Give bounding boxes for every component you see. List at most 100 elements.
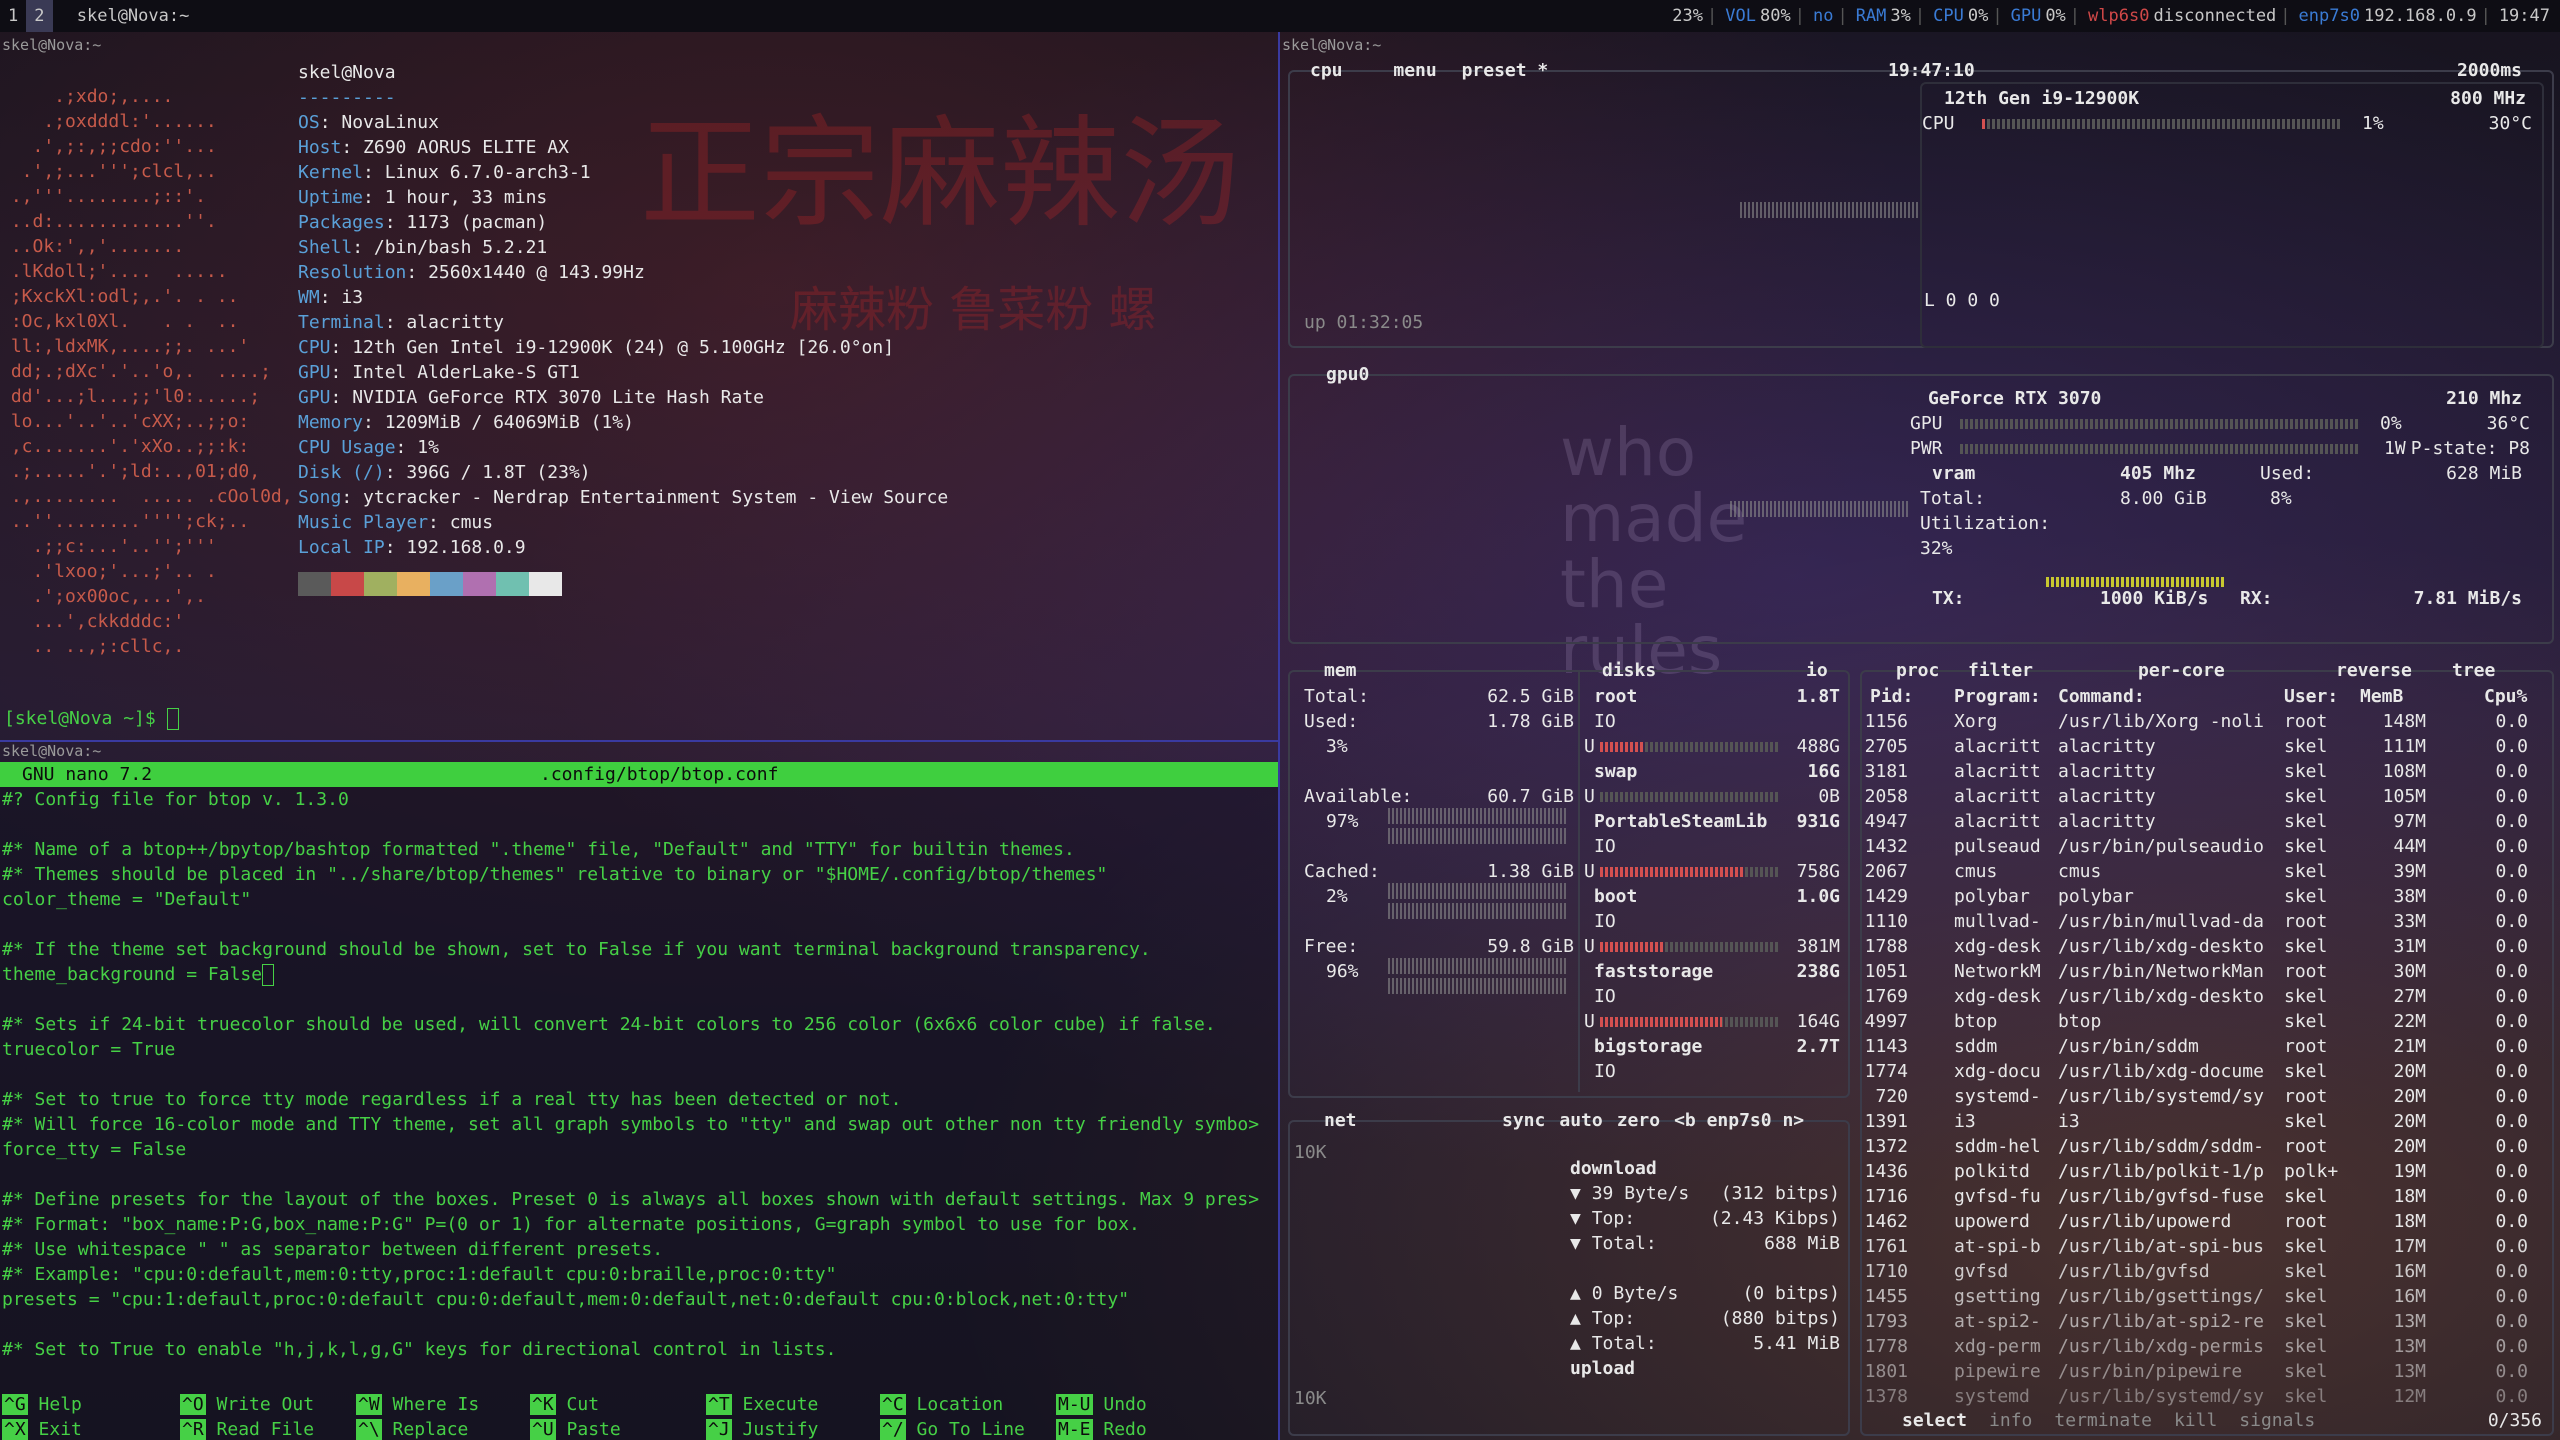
proc-control-3[interactable]: tree bbox=[2452, 658, 2495, 683]
process-row[interactable]: 1378 systemd/usr/lib/systemd/sy skel 12M 0.0 bbox=[1862, 1384, 2552, 1409]
shortcut-go-to-line[interactable]: ^/ Go To Line bbox=[880, 1417, 1025, 1440]
proc-col-header[interactable]: Program: bbox=[1954, 684, 2041, 709]
nano-line[interactable]: theme_background = False bbox=[2, 962, 1278, 987]
process-row[interactable]: 1143 sddm/usr/bin/sddm root 21M 0.0 bbox=[1862, 1034, 2552, 1059]
process-cell: polybar bbox=[2058, 886, 2134, 907]
nano-line[interactable]: #* Set to True to enable "h,j,k,l,g,G" k… bbox=[2, 1337, 1278, 1362]
process-row[interactable]: 2067 cmus cmus skel 39M 0.0 bbox=[1862, 859, 2552, 884]
process-row[interactable]: 1769 xdg-desk/usr/lib/xdg-deskto skel 27M 0.… bbox=[1862, 984, 2552, 1009]
process-row[interactable]: 3181 alacritt alacritty skel 108M 0.0 bbox=[1862, 759, 2552, 784]
proc-action-kill[interactable]: kill bbox=[2174, 1410, 2217, 1431]
shortcut-replace[interactable]: ^\ Replace bbox=[356, 1417, 468, 1440]
shortcut-paste[interactable]: ^U Paste bbox=[530, 1417, 621, 1440]
cpu-tab[interactable]: cpu bbox=[1310, 60, 1343, 81]
shortcut-write-out[interactable]: ^O Write Out bbox=[180, 1392, 314, 1417]
process-row[interactable]: 2705 alacritt alacritty skel 111M 0.0 bbox=[1862, 734, 2552, 759]
nano-line[interactable]: #* Themes should be placed in "../share/… bbox=[2, 862, 1278, 887]
shortcut-exit[interactable]: ^X Exit bbox=[2, 1417, 82, 1440]
nano-line[interactable]: #* If the theme set background should be… bbox=[2, 937, 1278, 962]
process-row[interactable]: 1455 gsetting/usr/lib/gsettings/skel 16M 0.… bbox=[1862, 1284, 2552, 1309]
net-control-2[interactable]: zero bbox=[1617, 1110, 1660, 1131]
disk-used: 164G bbox=[1796, 1011, 1840, 1032]
proc-control-2[interactable]: reverse bbox=[2336, 658, 2412, 683]
process-cell: 33M bbox=[2393, 911, 2426, 932]
shortcut-location[interactable]: ^C Location bbox=[880, 1392, 1003, 1417]
proc-col-header[interactable]: Pid: bbox=[1870, 684, 1913, 709]
process-row[interactable]: 1436 polkitd/usr/lib/polkit-1/p polk+ 19M 0.… bbox=[1862, 1159, 2552, 1184]
process-row[interactable]: 1156 Xorg/usr/lib/Xorg -noli root 148M 0.0 bbox=[1862, 709, 2552, 734]
nano-line[interactable]: #* Define presets for the layout of the … bbox=[2, 1187, 1278, 1212]
process-row[interactable]: 1429 polybar polybar skel 38M 0.0 bbox=[1862, 884, 2552, 909]
process-row[interactable]: 1761 at-spi-b/usr/lib/at-spi-bus skel 17M 0.… bbox=[1862, 1234, 2552, 1259]
net-control-1[interactable]: auto bbox=[1559, 1110, 1602, 1131]
nano-line[interactable]: #* Name of a btop++/bpytop/bashtop forma… bbox=[2, 837, 1278, 862]
shortcut-execute[interactable]: ^T Execute bbox=[706, 1392, 818, 1417]
shortcut-help[interactable]: ^G Help bbox=[2, 1392, 82, 1417]
proc-action-select[interactable]: select bbox=[1902, 1410, 1967, 1431]
shortcut-justify[interactable]: ^J Justify bbox=[706, 1417, 818, 1440]
nano-line[interactable]: truecolor = True bbox=[2, 1037, 1278, 1062]
shortcut-undo[interactable]: M-U Undo bbox=[1056, 1392, 1147, 1417]
utilization-label: Utilization: bbox=[1920, 513, 2051, 534]
process-row[interactable]: 1774 xdg-docu/usr/lib/xdg-docume skel 20M 0.… bbox=[1862, 1059, 2552, 1084]
process-row[interactable]: 2058 alacritt alacritty skel 105M 0.0 bbox=[1862, 784, 2552, 809]
nano-line[interactable]: force_tty = False bbox=[2, 1137, 1278, 1162]
proc-control-1[interactable]: per-core bbox=[2138, 658, 2225, 683]
update-interval[interactable]: 2000ms bbox=[2457, 58, 2522, 83]
proc-action-terminate[interactable]: terminate bbox=[2054, 1410, 2152, 1431]
menu-tab[interactable]: menu bbox=[1393, 60, 1436, 81]
nano-line[interactable] bbox=[2, 1312, 1278, 1337]
nano-line[interactable]: #* Set to true to force tty mode regardl… bbox=[2, 1087, 1278, 1112]
proc-action-info[interactable]: info bbox=[1989, 1410, 2032, 1431]
btop-proc-box: proc filterper-corereversetree< memory >… bbox=[1860, 660, 2554, 1436]
nano-line[interactable]: #* Use whitespace " " as separator betwe… bbox=[2, 1237, 1278, 1262]
process-row[interactable]: 1432 pulseaud/usr/bin/pulseaudio skel 44M 0.… bbox=[1862, 834, 2552, 859]
proc-action-signals[interactable]: signals bbox=[2239, 1410, 2315, 1431]
net-control-3[interactable]: <b enp7s0 n> bbox=[1674, 1110, 1804, 1131]
nano-line[interactable]: #* Sets if 24-bit truecolor should be us… bbox=[2, 1012, 1278, 1037]
net-control-0[interactable]: sync bbox=[1502, 1110, 1545, 1131]
nano-line[interactable]: #* Example: "cpu:0:default,mem:0:tty,pro… bbox=[2, 1262, 1278, 1287]
process-row[interactable]: 1710 gvfsd/usr/lib/gvfsd skel 16M 0.0 bbox=[1862, 1259, 2552, 1284]
shortcut-cut[interactable]: ^K Cut bbox=[530, 1392, 599, 1417]
nano-line[interactable]: presets = "cpu:1:default,proc:0:default … bbox=[2, 1287, 1278, 1312]
workspace-2[interactable]: 2 bbox=[26, 0, 53, 32]
shortcut-redo[interactable]: M-E Redo bbox=[1056, 1417, 1147, 1440]
nano-line[interactable] bbox=[2, 812, 1278, 837]
shell-prompt[interactable]: [skel@Nova ~]$ bbox=[4, 706, 179, 731]
process-row[interactable]: 1462 upowerd/usr/lib/upowerd root 18M 0.0 bbox=[1862, 1209, 2552, 1234]
process-row[interactable]: 1716 gvfsd-fu/usr/lib/gvfsd-fuse skel 18M 0.… bbox=[1862, 1184, 2552, 1209]
process-row[interactable]: 1801 pipewire/usr/bin/pipewire skel 13M 0.0 bbox=[1862, 1359, 2552, 1384]
process-row[interactable]: 4947 alacritt alacritty skel 97M 0.0 bbox=[1862, 809, 2552, 834]
process-row[interactable]: 720 systemd- /usr/lib/systemd/sy root 20M 0.0 bbox=[1862, 1084, 2552, 1109]
process-row[interactable]: 1372 sddm-hel/usr/lib/sddm/sddm-root 20M 0.… bbox=[1862, 1134, 2552, 1159]
process-row[interactable]: 4997 btop btop skel 22M 0.0 bbox=[1862, 1009, 2552, 1034]
process-cell: skel bbox=[2284, 1061, 2328, 1082]
shortcut-where-is[interactable]: ^W Where Is bbox=[356, 1392, 479, 1417]
process-row[interactable]: 1793 at-spi2- /usr/lib/at-spi2-re skel 13M 0.… bbox=[1862, 1309, 2552, 1334]
nano-line[interactable] bbox=[2, 912, 1278, 937]
process-row[interactable]: 1778 xdg-perm/usr/lib/xdg-permis skel 13M 0.… bbox=[1862, 1334, 2552, 1359]
nano-line[interactable] bbox=[2, 1062, 1278, 1087]
proc-col-header[interactable]: Command: bbox=[2058, 684, 2145, 709]
workspace-1[interactable]: 1 bbox=[0, 0, 26, 32]
disks-io-toggle[interactable]: io bbox=[1806, 658, 1828, 683]
proc-col-header[interactable]: User: bbox=[2284, 684, 2338, 709]
nano-line[interactable]: #* Format: "box_name:P:G,box_name:P:G" P… bbox=[2, 1212, 1278, 1237]
process-row[interactable]: 1051 NetworkM/usr/bin/NetworkMan root 30M 0.… bbox=[1862, 959, 2552, 984]
shortcut-read-file[interactable]: ^R Read File bbox=[180, 1417, 314, 1440]
nano-line[interactable] bbox=[2, 1162, 1278, 1187]
nano-line[interactable]: #* Will force 16-color mode and TTY them… bbox=[2, 1112, 1278, 1137]
proc-control-0[interactable]: filter bbox=[1968, 658, 2033, 683]
proc-col-header[interactable]: Cpu% bbox=[2484, 684, 2527, 709]
nano-line[interactable]: color_theme = "Default" bbox=[2, 887, 1278, 912]
nano-editor[interactable]: GNU nano 7.2 .config/btop/btop.conf #? C… bbox=[0, 762, 1278, 1440]
proc-col-header[interactable]: MemB bbox=[2360, 684, 2403, 709]
preset-tab[interactable]: preset * bbox=[1462, 60, 1549, 81]
nano-buffer[interactable]: #? Config file for btop v. 1.3.0 #* Name… bbox=[2, 787, 1278, 1362]
process-row[interactable]: 1391 i3 i3 skel 20M 0.0 bbox=[1862, 1109, 2552, 1134]
nano-line[interactable]: #? Config file for btop v. 1.3.0 bbox=[2, 787, 1278, 812]
nano-line[interactable] bbox=[2, 987, 1278, 1012]
process-row[interactable]: 1788 xdg-desk/usr/lib/xdg-deskto skel 31M 0.… bbox=[1862, 934, 2552, 959]
process-row[interactable]: 1110 mullvad- /usr/bin/mullvad-da root 33M 0.… bbox=[1862, 909, 2552, 934]
